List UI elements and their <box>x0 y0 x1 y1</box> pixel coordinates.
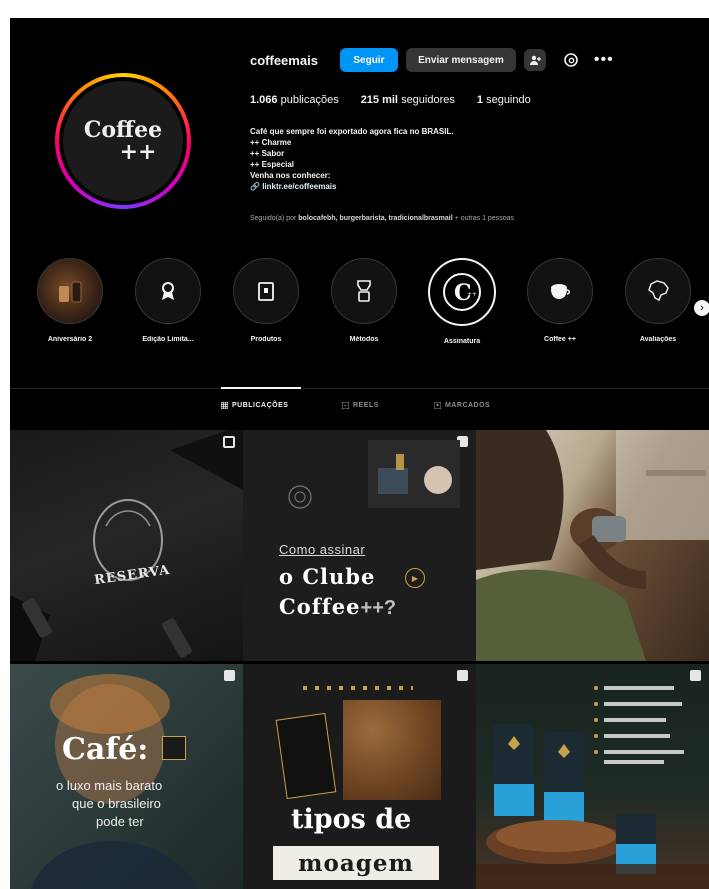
post-coffee-packs[interactable] <box>476 664 709 889</box>
profile-tabs: PUBLICAÇÕES REELS MARCADOS <box>10 402 709 416</box>
posts-count[interactable]: 1.066 publicações <box>250 94 339 106</box>
post-caption-line1: o luxo mais barato <box>56 778 163 793</box>
brand-logo: Coffee ++ <box>63 81 183 201</box>
brazil-map-icon <box>648 280 669 301</box>
tab-marcados[interactable]: MARCADOS <box>434 402 490 409</box>
tab-publicacoes[interactable]: PUBLICAÇÕES <box>221 402 288 409</box>
highlight-avaliacoes[interactable]: Avaliações <box>608 258 708 343</box>
send-message-button[interactable]: Enviar mensagem <box>405 48 516 72</box>
highlight-aniversario[interactable]: Aniversário 2 <box>20 258 120 343</box>
follow-button[interactable]: Seguir <box>339 48 398 72</box>
tab-reels[interactable]: REELS <box>342 402 379 409</box>
profile-stats: 1.066 publicações 215 mil seguidores 1 s… <box>250 94 531 106</box>
post-cafe-luxo[interactable]: Café: o luxo mais barato que o brasileir… <box>10 664 243 889</box>
highlight-edicao-limitada[interactable]: Edição Limita... <box>118 258 218 343</box>
profile-avatar[interactable]: Coffee ++ <box>55 73 191 209</box>
reel-icon <box>224 670 235 681</box>
following-count[interactable]: 1 seguindo <box>477 94 531 106</box>
followers-count[interactable]: 215 mil seguidores <box>361 94 455 106</box>
highlight-assinatura[interactable]: C ++ Assinatura <box>412 258 512 345</box>
post-caption-line2: que o brasileiro <box>72 796 161 811</box>
tabs-divider <box>10 388 709 389</box>
blurred-person-photo <box>31 674 199 889</box>
post-title-cafe: Café: <box>62 732 149 767</box>
carousel-icon <box>223 436 235 448</box>
reels-icon <box>342 402 349 409</box>
tagged-icon <box>434 402 441 409</box>
post-caption-line3: pode ter <box>96 814 144 829</box>
followed-by[interactable]: Seguido(a) por bolocafebh, burgerbarista… <box>250 215 630 222</box>
instagram-profile-page: Coffee ++ coffeemais Seguir Enviar mensa… <box>10 18 709 889</box>
story-highlights: Aniversário 2 Edição Limita... Produtos … <box>10 258 709 358</box>
post-subtitle: Como assinar <box>279 542 366 557</box>
username: coffeemais <box>250 52 318 68</box>
highlight-coffee-plus[interactable]: Coffee ++ <box>510 258 610 343</box>
grid-icon <box>221 402 228 409</box>
post-title-line1: o Clube <box>279 564 376 589</box>
coffee-packages-photo <box>476 686 709 889</box>
coffee-cup-photo <box>368 440 460 508</box>
active-tab-indicator <box>221 387 301 389</box>
coffee-cup-icon <box>551 284 570 299</box>
coffee-badge-icon <box>162 736 186 760</box>
highlights-next-arrow[interactable]: › <box>694 300 709 316</box>
bio-link[interactable]: 🔗 linktr.ee/coffeemais <box>250 181 610 192</box>
post-title-tipos: tipos de <box>291 804 412 835</box>
profile-bio: Café que sempre foi exportado agora fica… <box>250 126 610 192</box>
coffee-plus-logo-icon: C++ <box>443 273 481 311</box>
ground-coffee-photo <box>343 700 441 800</box>
highlight-produtos[interactable]: Produtos <box>216 258 316 343</box>
coffee-bag-photo <box>10 430 243 661</box>
highlight-metodos[interactable]: Métodos <box>314 258 414 343</box>
profile-header-actions: coffeemais Seguir Enviar mensagem ••• <box>250 48 614 72</box>
play-icon: ▶ <box>405 568 425 588</box>
add-person-icon <box>529 55 541 65</box>
suggested-accounts-button[interactable] <box>523 49 546 71</box>
post-woman-coffee[interactable] <box>476 430 709 661</box>
svg-text:++: ++ <box>467 291 477 298</box>
woman-drinking-coffee-photo <box>476 430 709 661</box>
coffee-bag-icon <box>258 282 274 301</box>
posts-grid: RESERVA Como assinar o Clube ▶ Coffee++? <box>10 430 709 889</box>
link-icon: 🔗 <box>250 182 263 191</box>
coffee-maker-icon <box>357 280 371 302</box>
dots-header <box>303 686 413 690</box>
threads-icon[interactable] <box>562 51 580 69</box>
reel-icon <box>457 670 468 681</box>
post-clube-coffee[interactable]: Como assinar o Clube ▶ Coffee++? <box>243 430 476 661</box>
coffee-pack-photo <box>275 712 337 800</box>
photo-thumbnail-icon <box>59 281 82 303</box>
post-tipos-moagem[interactable]: tipos de moagem <box>243 664 476 889</box>
brand-seal-icon <box>288 485 312 509</box>
award-icon <box>162 282 174 300</box>
reel-icon <box>690 670 701 681</box>
moagem-banner: moagem <box>273 846 439 880</box>
post-title-line2: Coffee++? <box>279 594 397 619</box>
post-reserva[interactable]: RESERVA <box>10 430 243 661</box>
more-options-icon[interactable]: ••• <box>594 51 614 69</box>
